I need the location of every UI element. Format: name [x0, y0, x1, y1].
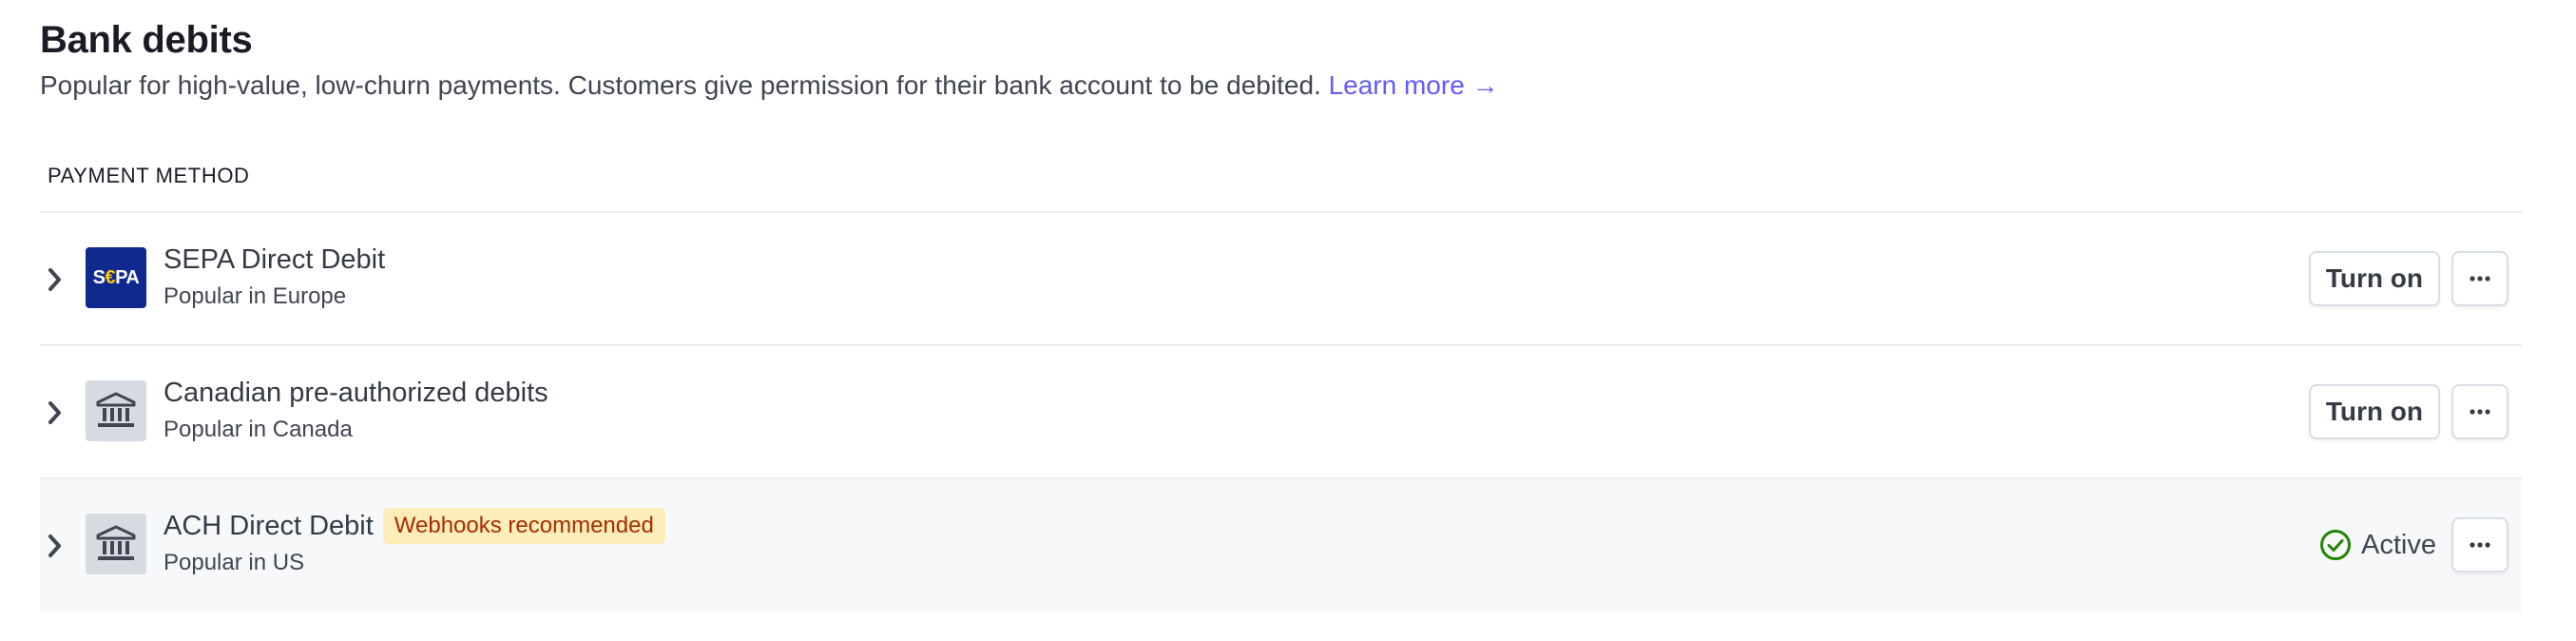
chevron-right-icon[interactable]: [40, 527, 70, 565]
chevron-right-icon[interactable]: [40, 394, 70, 432]
learn-more-link[interactable]: Learn more →: [1329, 70, 1499, 100]
ellipsis-icon: [2470, 409, 2490, 415]
more-options-button[interactable]: [2451, 384, 2509, 439]
payment-method-name: SEPA Direct Debit: [163, 242, 385, 278]
ellipsis-icon: [2470, 276, 2490, 282]
description-text: Popular for high-value, low-churn paymen…: [40, 70, 1321, 100]
table-row-ach-direct-debit[interactable]: ACH Direct Debit Webhooks recommended Po…: [40, 479, 2522, 612]
row-actions: Turn on: [2308, 384, 2509, 439]
table-row-sepa-direct-debit[interactable]: S€PA SEPA Direct Debit Popular in Europe…: [40, 213, 2522, 346]
ellipsis-icon: [2470, 542, 2490, 548]
row-actions: Active: [2319, 517, 2509, 573]
chevron-right-icon[interactable]: [40, 261, 70, 299]
sepa-logo-euro: €: [105, 266, 116, 288]
turn-on-button[interactable]: Turn on: [2308, 384, 2440, 439]
sepa-logo-s: S: [92, 266, 106, 288]
webhooks-recommended-badge: Webhooks recommended: [382, 508, 665, 544]
learn-more-label: Learn more: [1328, 70, 1465, 100]
arrow-right-icon: →: [1471, 70, 1499, 100]
bank-icon: [86, 514, 146, 574]
bank-debits-page: Bank debits Popular for high-value, low-…: [0, 0, 2576, 641]
turn-on-button[interactable]: Turn on: [2308, 251, 2440, 306]
row-actions: Turn on: [2308, 251, 2509, 306]
table-row-canadian-pre-authorized-debits[interactable]: Canadian pre-authorized debits Popular i…: [40, 346, 2522, 479]
more-options-button[interactable]: [2451, 251, 2509, 306]
payment-method-name-text: Canadian pre-authorized debits: [163, 378, 548, 408]
payment-methods-table: PAYMENT METHOD S€PA SEPA Direct Debit Po…: [40, 154, 2522, 612]
check-circle-icon: [2320, 530, 2352, 560]
payment-method-name-text: SEPA Direct Debit: [163, 244, 386, 275]
table-header: PAYMENT METHOD: [40, 154, 2522, 213]
status-active: Active: [2319, 529, 2436, 561]
payment-method-name: ACH Direct Debit Webhooks recommended: [163, 508, 665, 544]
sepa-logo-pa: PA: [115, 266, 140, 288]
payment-method-subtitle: Popular in Canada: [163, 417, 353, 442]
payment-method-name-text: ACH Direct Debit: [163, 511, 374, 541]
section-description: Popular for high-value, low-churn paymen…: [40, 67, 1499, 105]
section-title: Bank debits: [40, 19, 253, 61]
bank-icon: [86, 380, 146, 441]
column-header-payment-method: PAYMENT METHOD: [48, 164, 250, 187]
payment-method-name: Canadian pre-authorized debits: [163, 375, 548, 411]
status-label: Active: [2361, 529, 2436, 560]
payment-method-subtitle: Popular in Europe: [163, 283, 347, 309]
sepa-logo-icon: S€PA: [86, 247, 146, 308]
more-options-button[interactable]: [2451, 517, 2509, 573]
payment-method-subtitle: Popular in US: [163, 550, 305, 575]
